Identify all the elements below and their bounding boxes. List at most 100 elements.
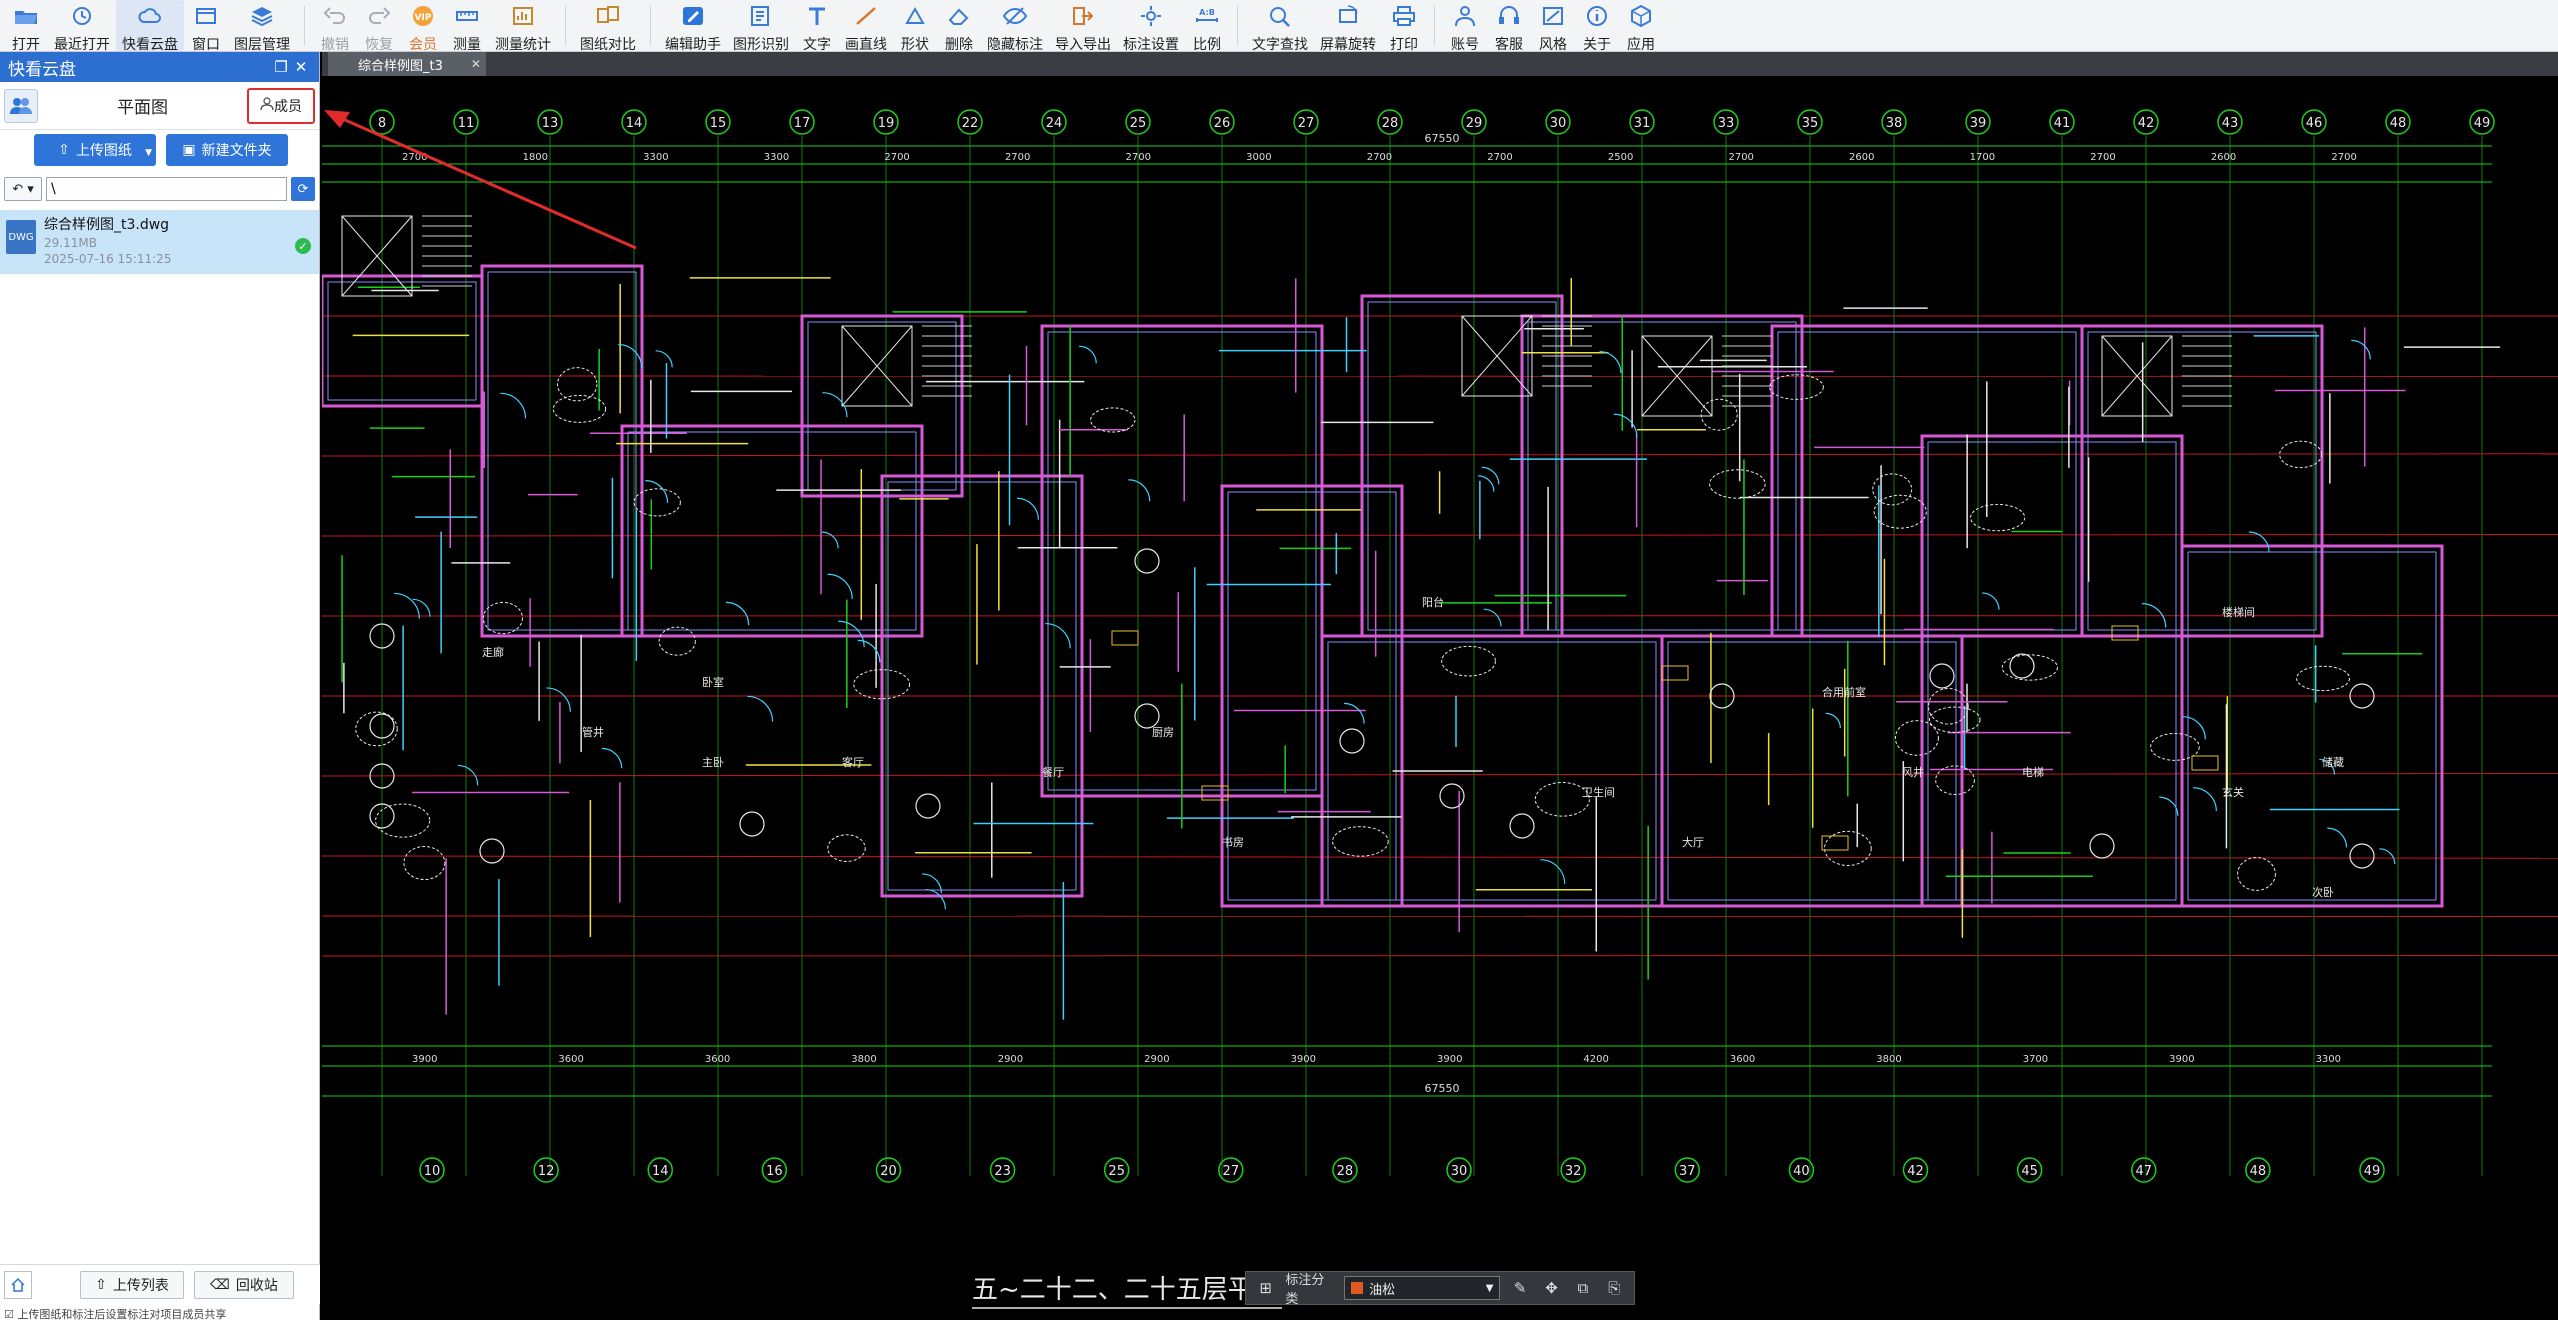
toolbar-account-button[interactable]: 账号 — [1443, 0, 1487, 53]
home-icon[interactable] — [4, 1270, 32, 1299]
grid-bubble — [2009, 653, 2035, 679]
toolbar-measure-stats-button[interactable]: 测量统计 — [489, 0, 557, 53]
folder-open-icon — [13, 4, 39, 32]
toolbar-compare-button[interactable]: 图纸对比 — [574, 0, 642, 53]
cad-canvas[interactable]: 8 11 13 14 15 17 19 22 24 25 26 27 28 29 30 31 33 35 38 39 4… — [322, 76, 2558, 1320]
file-size: 29.11MB — [44, 236, 97, 250]
refresh-icon[interactable]: ⟳ — [291, 177, 315, 201]
toolbar-eraser-button[interactable]: 删除 — [937, 0, 981, 53]
axis-label: 27 — [1298, 116, 1315, 131]
toolbar-support-button[interactable]: 客服 — [1487, 0, 1531, 53]
toolbar-line-button[interactable]: 画直线 — [839, 0, 893, 53]
copy-icon[interactable]: ⧉ — [1571, 1276, 1594, 1300]
room-label: 书房 — [1222, 836, 1244, 849]
toolbar-undo-button[interactable]: 撤销 — [313, 0, 357, 53]
room-label: 卧室 — [702, 675, 724, 689]
path-input[interactable] — [46, 177, 287, 201]
toolbar-button-label: 应用 — [1627, 37, 1655, 53]
toolbar-measure-button[interactable]: 测量 — [445, 0, 489, 53]
toolbar-annotation-settings-button[interactable]: 标注设置 — [1117, 0, 1185, 53]
document-tab[interactable]: 综合样例图_t3 ✕ — [328, 52, 486, 76]
upload-drawing-button[interactable]: ⇧ 上传图纸 ▼ — [34, 134, 156, 166]
floor-plan-drawing[interactable]: 8 11 13 14 15 17 19 22 24 25 26 27 28 29 30 31 33 35 38 39 4… — [322, 76, 2558, 1320]
cloud-panel: 快看云盘 ❐ ✕ 平面图 成员 ⇧ 上传图纸 ▼ ▣ 新建文件夹 ↶ ▾ ⟳ D… — [0, 52, 320, 1320]
dimension-text: 3300 — [2316, 1054, 2341, 1065]
toolbar-button-label: 打开 — [12, 37, 40, 53]
grid-bubble — [1134, 703, 1160, 729]
toolbar-button-label: 文字 — [803, 37, 831, 53]
close-icon[interactable]: ✕ — [291, 58, 311, 76]
edit-icon[interactable]: ✎ — [1508, 1276, 1531, 1300]
toolbar-style-button[interactable]: 风格 — [1531, 0, 1575, 53]
new-folder-button[interactable]: ▣ 新建文件夹 — [166, 134, 288, 166]
axis-label: 37 — [1679, 1164, 1696, 1179]
toolbar-layers-button[interactable]: 图层管理 — [228, 0, 296, 53]
move-icon[interactable]: ✥ — [1540, 1276, 1563, 1300]
door-swing — [838, 620, 865, 648]
fixture-symbol — [2296, 665, 2351, 692]
paste-icon[interactable]: ⎘ — [1603, 1276, 1626, 1300]
toolbar-hide-annotation-button[interactable]: 隐藏标注 — [981, 0, 1049, 53]
file-list-item[interactable]: DWG 综合样例图_t3.dwg 29.11MB 2025-07-16 15:1… — [0, 210, 319, 274]
dimension-text: 3300 — [643, 152, 668, 163]
team-icon[interactable] — [4, 88, 38, 123]
measure-icon — [454, 4, 480, 32]
toolbar-print-button[interactable]: 打印 — [1382, 0, 1426, 53]
toolbar-window-button[interactable]: 窗口 — [184, 0, 228, 53]
toolbar-vip-button[interactable]: VIP 会员 — [401, 0, 445, 53]
fixture-symbol — [658, 626, 696, 656]
toolbar-rotate-button[interactable]: 屏幕旋转 — [1314, 0, 1382, 53]
room-label: 走廊 — [482, 645, 504, 659]
room-label: 玄关 — [2222, 785, 2244, 799]
wall-inner-line — [2187, 551, 2437, 901]
checkbox-icon[interactable]: ☑ — [4, 1308, 14, 1320]
fixture-symbol — [403, 845, 446, 881]
toolbar-text-search-button[interactable]: 文字查找 — [1246, 0, 1314, 53]
member-button[interactable]: 成员 — [247, 87, 315, 124]
tag-box — [1821, 835, 1849, 851]
grid-icon[interactable]: ⊞ — [1254, 1276, 1277, 1300]
restore-icon[interactable]: ❐ — [271, 58, 291, 76]
toolbar-apps-button[interactable]: 应用 — [1619, 0, 1663, 53]
share-note-text: 上传图纸和标注后设置标注对项目成员共享 — [17, 1308, 227, 1320]
dimension-text: 3600 — [705, 1054, 730, 1065]
toolbar-button-label: 快看云盘 — [122, 37, 178, 53]
svg-text:VIP: VIP — [415, 13, 432, 23]
path-row: ↶ ▾ ⟳ — [0, 174, 319, 204]
chevron-down-icon: ▼ — [1485, 1282, 1494, 1294]
toolbar-edit-assistant-button[interactable]: 编辑助手 — [659, 0, 727, 53]
toolbar-cloud-button[interactable]: 快看云盘 — [116, 0, 184, 53]
axis-label: 12 — [538, 1164, 555, 1179]
toolbar-history-button[interactable]: 最近打开 — [48, 0, 116, 53]
toolbar-redo-button[interactable]: 恢复 — [357, 0, 401, 53]
toolbar-shape-button[interactable]: 形状 — [893, 0, 937, 53]
file-date: 2025-07-16 15:11:25 — [44, 252, 172, 266]
axis-label: 14 — [626, 116, 643, 131]
axis-label: 14 — [652, 1164, 669, 1179]
annotation-toolbar: ⊞ 标注分类 油松 ▼ ✎ ✥ ⧉ ⎘ — [1245, 1271, 1635, 1307]
toolbar-import-export-button[interactable]: 导入导出 — [1049, 0, 1117, 53]
member-label: 成员 — [274, 98, 302, 115]
chevron-down-icon[interactable]: ▼ — [145, 148, 152, 158]
upload-list-button[interactable]: ⇧ 上传列表 — [80, 1270, 184, 1299]
back-icon[interactable]: ↶ ▾ — [4, 177, 42, 201]
axis-label: 42 — [1907, 1164, 1924, 1179]
toolbar-text-button[interactable]: 文字 — [795, 0, 839, 53]
upload-label: 上传图纸 — [75, 143, 132, 159]
about-icon — [1584, 4, 1610, 32]
toolbar-shape-recognition-button[interactable]: 图形识别 — [727, 0, 795, 53]
toolbar-scale-button[interactable]: A:B 比例 — [1185, 0, 1229, 53]
close-tab-icon[interactable]: ✕ — [471, 57, 481, 71]
dimension-text: 2700 — [402, 152, 427, 163]
toolbar-folder-open-button[interactable]: 打开 — [4, 0, 48, 53]
dimension-text: 2600 — [2211, 152, 2236, 163]
axis-line-horizontal — [322, 533, 2558, 537]
recycle-bin-button[interactable]: ⌫ 回收站 — [194, 1270, 294, 1299]
toolbar-button-label: 导入导出 — [1055, 37, 1111, 53]
axis-label: 15 — [710, 116, 727, 131]
axis-line-horizontal — [322, 855, 2558, 859]
wall-inner-line — [627, 431, 917, 631]
annotation-category-select[interactable]: 油松 ▼ — [1344, 1276, 1501, 1300]
category-color-swatch — [1351, 1282, 1364, 1294]
toolbar-about-button[interactable]: 关于 — [1575, 0, 1619, 53]
